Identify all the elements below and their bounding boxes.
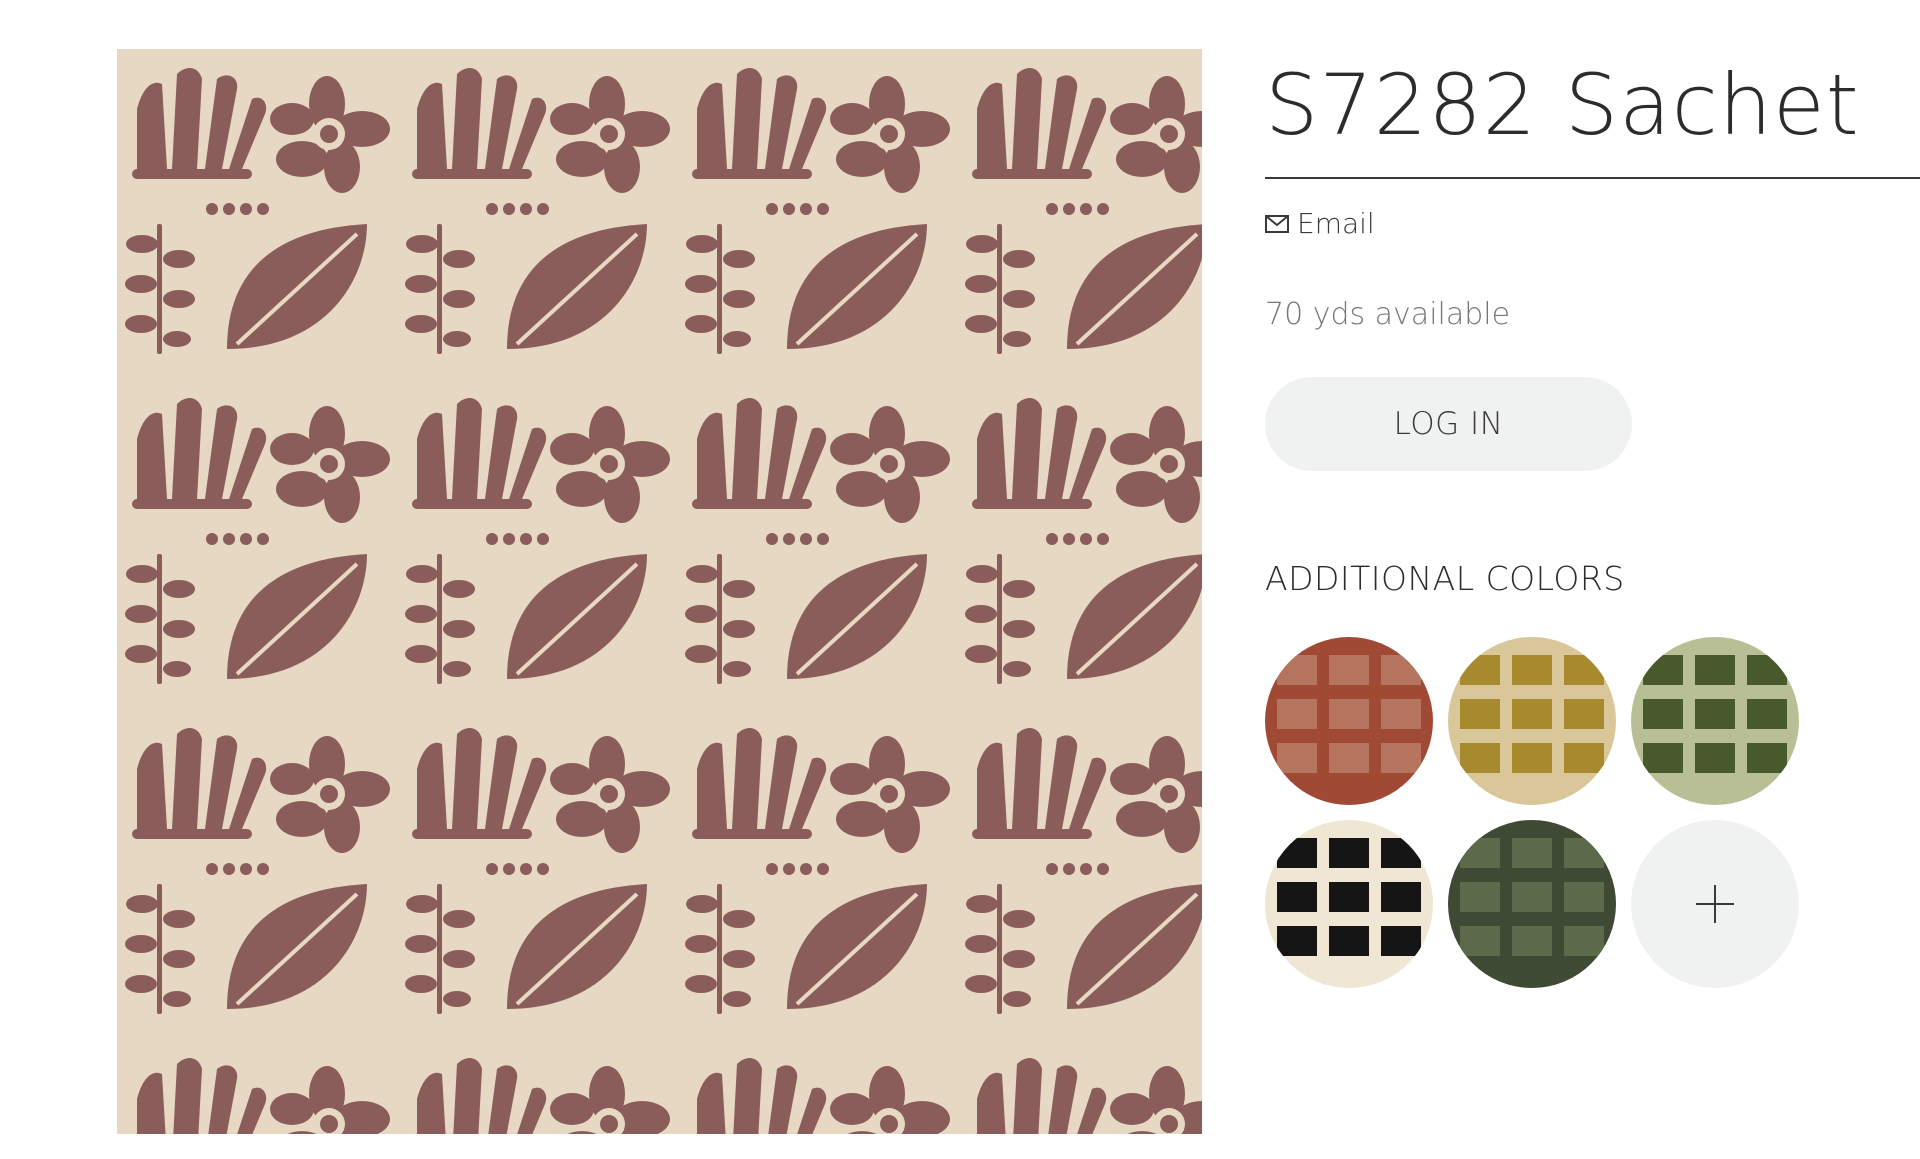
color-swatch-rust[interactable] [1265,637,1433,805]
color-swatch-olive[interactable] [1631,637,1799,805]
fabric-pattern [117,49,1202,1134]
product-image[interactable] [117,49,1202,1134]
title-divider [1265,177,1920,179]
product-details: S7282 Sachet Email 70 yds available LOG … [1265,49,1920,988]
login-button[interactable]: LOG IN [1265,377,1632,471]
product-title: S7282 Sachet [1265,56,1860,154]
color-swatch-black[interactable] [1265,820,1433,988]
envelope-icon [1265,214,1289,233]
email-label: Email [1297,207,1375,240]
color-swatch-ochre[interactable] [1448,637,1616,805]
color-swatch-forest[interactable] [1448,820,1616,988]
additional-colors-heading: ADDITIONAL COLORS [1265,559,1625,598]
availability-text: 70 yds available [1265,297,1511,332]
plus-icon [1694,883,1736,925]
more-colors-button[interactable] [1631,820,1799,988]
email-link[interactable]: Email [1265,207,1375,240]
